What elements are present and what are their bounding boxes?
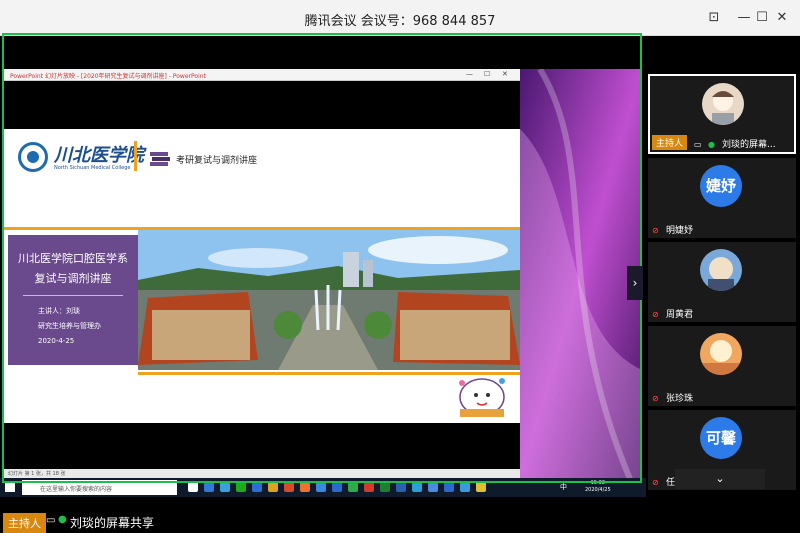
clock-date: 2020/4/25 (585, 487, 611, 493)
avatar (700, 333, 742, 375)
chevron-down-icon[interactable]: ⌄ (675, 469, 765, 489)
next-page-arrow[interactable]: › (627, 266, 643, 300)
wechat-icon[interactable] (236, 482, 246, 492)
app-icon-2[interactable] (252, 482, 262, 492)
minimize-icon[interactable]: — (734, 8, 754, 28)
ppt-minimize-icon[interactable]: — (466, 70, 473, 78)
orange-divider (134, 141, 137, 171)
lecture-date: 2020-4-25 (38, 337, 75, 345)
app-icon-5[interactable] (300, 482, 310, 492)
app-icon-12[interactable] (460, 482, 470, 492)
windows-start-icon[interactable] (5, 482, 15, 492)
main-title-line1: 川北医学院口腔医学系 (18, 252, 128, 265)
college-logo-chinese: 川北医学院 (54, 145, 144, 166)
taskbar-clock[interactable]: 15:32 2020/4/25 (585, 480, 611, 494)
powerpoint-icon[interactable] (364, 482, 374, 492)
college-logo-english: North Sichuan Medical College (54, 165, 131, 171)
avatar: 可馨 (700, 417, 742, 459)
mic-muted-icon: ⊘ (652, 394, 659, 403)
books-icon (150, 152, 170, 166)
screen-share-icon: ▭ (46, 515, 56, 526)
participant-tile[interactable]: ⊘ 张珍珠 (648, 326, 796, 406)
main-title-line2: 复试与调剂讲座 (34, 272, 112, 285)
speaker: 主讲人：刘琰 (38, 307, 80, 315)
participant-tile[interactable]: ⊘ 周黄君 (648, 242, 796, 322)
ppt-window-title: PowerPoint 幻灯片放映 - [2020年研究生复试与调剂讲座] - P… (4, 69, 520, 81)
participant-tile[interactable]: 婕妤 ⊘ 明婕妤 (648, 158, 796, 238)
title-box: 川北医学院口腔医学系 复试与调剂讲座 主讲人：刘琰 研究生培养与管理办 2020… (8, 235, 138, 365)
bottom-bar: 主持人 ▭ ● 刘琰的屏幕共享 (0, 509, 800, 533)
windows-taskbar: 在这里输入你要搜索的内容 中 15:32 2020/4/25 (0, 478, 646, 497)
host-badge: 主持人 (3, 513, 46, 533)
pin-icon[interactable]: ⊡ (704, 8, 724, 28)
participant-name: 明婕妤 (666, 226, 694, 236)
participants-sidebar: 主持人 ▭ ● 刘琰的屏幕... 婕妤 ⊘ 明婕妤 ⊘ 周黄君 ⊘ 张珍珠 可馨… (646, 36, 800, 509)
college-seal-logo (18, 142, 48, 172)
participant-name: 张珍珠 (666, 394, 694, 404)
screen-share-label: 刘琰的屏幕共享 (70, 516, 155, 530)
header-title: 考研复试与调剂讲座 (176, 156, 258, 166)
app-icon-6[interactable] (316, 482, 326, 492)
participant-tile[interactable]: 主持人 ▭ ● 刘琰的屏幕... (648, 74, 796, 154)
maximize-icon[interactable]: ☐ (752, 8, 772, 28)
host-badge: 主持人 (652, 135, 688, 150)
mic-muted-icon: ⊘ (652, 226, 659, 235)
app-icon-3[interactable] (268, 482, 278, 492)
title-divider (23, 295, 123, 296)
avatar (700, 249, 742, 291)
avatar: 婕妤 (700, 165, 742, 207)
title-bar: 腾讯会议 会议号：968 844 857 ⊡ — ☐ ✕ (0, 0, 800, 36)
word-icon[interactable] (396, 482, 406, 492)
mic-on-icon: ● (58, 514, 67, 525)
ppt-maximize-icon[interactable]: ☐ (484, 70, 490, 78)
powerpoint-window: PowerPoint 幻灯片放映 - [2020年研究生复试与调剂讲座] - P… (4, 69, 520, 479)
clock-time: 15:32 (590, 480, 606, 486)
avatar (702, 83, 744, 125)
app-icon-11[interactable] (444, 482, 454, 492)
cartoon-sticker (459, 378, 505, 417)
app-icon-4[interactable] (284, 482, 294, 492)
close-icon[interactable]: ✕ (772, 8, 792, 28)
app-icon-1[interactable] (220, 482, 230, 492)
window-title: 腾讯会议 会议号：968 844 857 (304, 14, 496, 29)
department: 研究生培养与管理办 (38, 322, 101, 330)
ppt-status-bar: 幻灯片 第 1 张，共 18 张 (4, 469, 520, 478)
participant-name: 刘琰的屏幕... (722, 140, 776, 150)
app-icon-9[interactable] (412, 482, 422, 492)
mic-on-icon: ● (708, 140, 715, 149)
taskbar-search-input[interactable]: 在这里输入你要搜索的内容 (22, 480, 177, 495)
participant-name: 周黄君 (666, 310, 694, 320)
ime-indicator[interactable]: 中 (560, 482, 567, 492)
slide-content: 川北医学院 North Sichuan Medical College 考研复试… (4, 129, 520, 423)
mic-muted-icon: ⊘ (652, 478, 659, 487)
slide: 川北医学院 North Sichuan Medical College 考研复试… (4, 81, 520, 479)
app-icon-8[interactable] (348, 482, 358, 492)
excel-icon[interactable] (380, 482, 390, 492)
edge-icon[interactable] (204, 482, 214, 492)
screen-share-icon: ▭ (694, 140, 702, 149)
ppt-close-icon[interactable]: ✕ (502, 70, 508, 78)
app-icon-7[interactable] (332, 482, 342, 492)
task-view-icon[interactable] (188, 482, 198, 492)
app-icon-10[interactable] (428, 482, 438, 492)
mic-muted-icon: ⊘ (652, 310, 659, 319)
desktop-wallpaper (520, 69, 642, 479)
file-explorer-icon[interactable] (476, 482, 486, 492)
campus-photo (138, 230, 520, 370)
